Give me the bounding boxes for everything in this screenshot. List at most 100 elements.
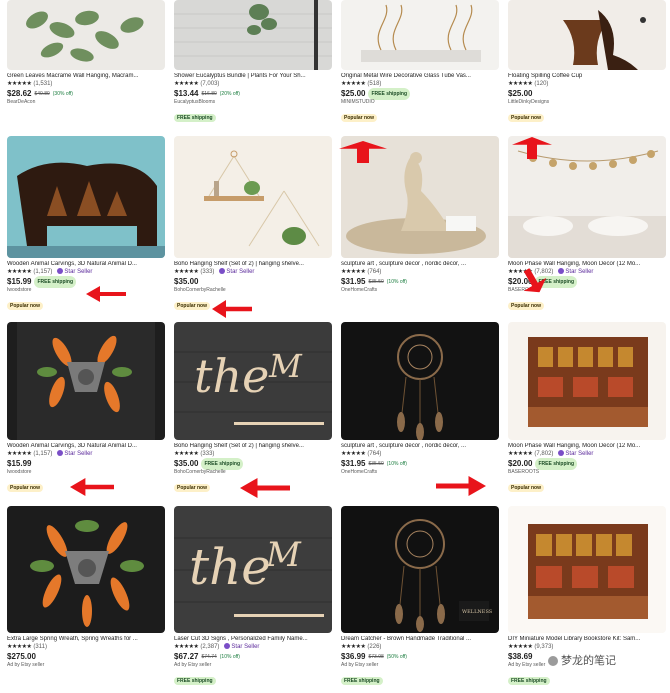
product-image[interactable] bbox=[174, 0, 332, 70]
listing-title[interactable]: Boho Hanging Shelf (Set of 2) | hanging … bbox=[174, 443, 332, 450]
star-seller-icon bbox=[558, 450, 565, 457]
product-photo: theM bbox=[174, 506, 332, 633]
seller-name[interactable]: Ad by Etsy seller bbox=[7, 662, 165, 669]
star-rating-icon: ★★★★★ bbox=[508, 81, 533, 87]
review-count: (764) bbox=[367, 451, 382, 457]
listing-title[interactable]: Wooden Animal Carvings, 3D Natural Anima… bbox=[7, 443, 165, 450]
listing-title[interactable]: Dream Catcher - Brown Handmade Tradition… bbox=[341, 636, 499, 643]
seller-name[interactable]: BohoCornerbyRachelle bbox=[174, 287, 332, 294]
rating: ★★★★★ (764) bbox=[341, 450, 499, 458]
popular-now-badge: Popular now bbox=[7, 484, 43, 492]
discount: (20% off) bbox=[219, 90, 240, 97]
seller-name[interactable]: OneHomeCrafts bbox=[341, 469, 499, 476]
star-rating-icon: ★★★★★ bbox=[7, 644, 32, 650]
product-image[interactable]: WELLNESS bbox=[341, 506, 499, 633]
listing-title[interactable]: sculpture art , sculpture decor , nordic… bbox=[341, 261, 499, 268]
product-image[interactable] bbox=[508, 506, 666, 633]
listing-title[interactable]: sculpture art , sculpture decor , nordic… bbox=[341, 443, 499, 450]
seller-name[interactable]: Iwoodstore bbox=[7, 469, 165, 476]
review-count: (764) bbox=[367, 269, 382, 275]
product-photo bbox=[7, 136, 165, 258]
annotation-arrow-icon bbox=[512, 137, 552, 159]
seller-name[interactable]: LittleDinkyDesigns bbox=[508, 99, 666, 106]
seller-name[interactable]: Ad by Etsy seller bbox=[341, 662, 499, 669]
listing-card[interactable]: Original Metal Wire Decorative Glass Tub… bbox=[341, 0, 499, 124]
review-count: (333) bbox=[200, 451, 215, 457]
annotation-arrow-icon bbox=[240, 478, 290, 498]
product-image[interactable] bbox=[7, 322, 165, 440]
star-rating-icon: ★★★★★ bbox=[7, 269, 32, 275]
listing-card[interactable]: Green Leaves Macrame Wall Hanging, Macra… bbox=[7, 0, 165, 106]
product-photo bbox=[7, 506, 165, 633]
price: $67.27 bbox=[174, 651, 199, 661]
product-image[interactable]: the M bbox=[174, 322, 332, 440]
product-image[interactable]: the M bbox=[174, 506, 332, 633]
free-shipping-badge: FREE shipping bbox=[535, 457, 578, 470]
product-image[interactable] bbox=[7, 136, 165, 258]
listing-title[interactable]: DIY Miniature Model Library Bookstore Ki… bbox=[508, 636, 666, 643]
product-image[interactable] bbox=[508, 0, 666, 70]
listing-card[interactable]: Wooden Animal Carvings, 3D Natural Anima… bbox=[7, 322, 165, 494]
seller-name[interactable]: EucalyptusBlooms bbox=[174, 99, 332, 106]
listing-title[interactable]: Green Leaves Macrame Wall Hanging, Macra… bbox=[7, 73, 165, 80]
listing-title[interactable]: Boho Hanging Shelf (Set of 2) | hanging … bbox=[174, 261, 332, 268]
seller-name[interactable]: Ad by Etsy seller bbox=[174, 662, 332, 669]
discount: (10% off) bbox=[386, 460, 407, 467]
listing-card[interactable]: Shower Eucalyptus Bundle | Plants For Yo… bbox=[174, 0, 332, 124]
pricing: $67.27 $74.74 (10% off) bbox=[174, 651, 332, 662]
product-image[interactable] bbox=[508, 322, 666, 440]
listing-card[interactable]: sculpture art , sculpture decor , nordic… bbox=[341, 322, 499, 476]
listing-title[interactable]: Wooden Animal Carvings, 3D Natural Anima… bbox=[7, 261, 165, 268]
listing-card[interactable]: Extra Large Spring Wreath, Spring Wreath… bbox=[7, 506, 165, 669]
product-image[interactable] bbox=[7, 0, 165, 70]
star-seller-icon bbox=[219, 268, 226, 275]
original-price: $35.50 bbox=[368, 278, 384, 285]
annotation-arrow-icon bbox=[436, 476, 486, 496]
product-image[interactable] bbox=[7, 506, 165, 633]
free-shipping-badge: FREE shipping bbox=[508, 677, 550, 685]
listing-card[interactable]: Moon Phase Wall Hanging, Moon Decor (12 … bbox=[508, 322, 666, 494]
review-count: (7,003) bbox=[200, 81, 220, 87]
annotation-arrow-icon bbox=[212, 300, 252, 318]
seller-name[interactable]: OneHomeCrafts bbox=[341, 287, 499, 294]
listing-title[interactable]: Shower Eucalyptus Bundle | Plants For Yo… bbox=[174, 73, 332, 80]
star-rating-icon: ★★★★★ bbox=[341, 81, 366, 87]
product-photo bbox=[7, 322, 165, 440]
pricing: $35.00 bbox=[174, 276, 332, 287]
price: $25.00 bbox=[341, 88, 366, 98]
seller-name[interactable]: BohoCornerbyRachelle bbox=[174, 469, 332, 476]
price: $36.99 bbox=[341, 651, 366, 661]
star-seller-badge: Star Seller bbox=[219, 268, 254, 276]
listing-title[interactable]: Floating Spilling Coffee Cup bbox=[508, 73, 666, 80]
listing-title[interactable]: Laser Cut 3D Signs , Personalized Family… bbox=[174, 636, 332, 643]
listing-card[interactable]: the M Laser Cut 3D Signs , Personalized Fa… bbox=[174, 506, 332, 687]
star-rating-icon: ★★★★★ bbox=[7, 451, 32, 457]
listing-card[interactable]: WELLNESS Dream Catcher - Brown Handmade T… bbox=[341, 506, 499, 687]
star-seller-icon bbox=[57, 450, 64, 457]
listing-title[interactable]: Moon Phase Wall Hanging, Moon Decor (12 … bbox=[508, 443, 666, 450]
listing-card[interactable]: Floating Spilling Coffee Cup ★★★★★ (120) $2… bbox=[508, 0, 666, 124]
product-image[interactable] bbox=[341, 322, 499, 440]
review-count: (333) bbox=[200, 269, 215, 275]
star-rating-icon: ★★★★★ bbox=[341, 269, 366, 275]
product-image[interactable] bbox=[341, 0, 499, 70]
product-photo bbox=[341, 322, 499, 440]
popular-now-badge: Popular now bbox=[7, 302, 43, 310]
price: $25.00 bbox=[508, 88, 533, 98]
rating: ★★★★★ (226) bbox=[341, 643, 499, 651]
pricing: $36.99 $73.98 (50% off) bbox=[341, 651, 499, 662]
star-rating-icon: ★★★★★ bbox=[174, 269, 199, 275]
review-count: (311) bbox=[33, 644, 47, 650]
listing-title[interactable]: Original Metal Wire Decorative Glass Tub… bbox=[341, 73, 499, 80]
product-image[interactable] bbox=[174, 136, 332, 258]
seller-name[interactable]: BASEROOTS bbox=[508, 469, 666, 476]
pricing: $25.00 bbox=[508, 88, 666, 99]
star-seller-icon bbox=[224, 643, 231, 650]
seller-name[interactable]: BearDeAcon bbox=[7, 99, 165, 106]
seller-name[interactable]: MINIMSTUDIO bbox=[341, 99, 499, 106]
listing-title[interactable]: Extra Large Spring Wreath, Spring Wreath… bbox=[7, 636, 165, 643]
listing-card[interactable]: the M Boho Hanging Shelf (Set of 2) | hang… bbox=[174, 322, 332, 494]
listing-card[interactable]: Boho Hanging Shelf (Set of 2) | hanging … bbox=[174, 136, 332, 312]
review-count: (226) bbox=[367, 644, 382, 650]
pricing: $28.62 $40.89 (30% off) bbox=[7, 88, 165, 99]
